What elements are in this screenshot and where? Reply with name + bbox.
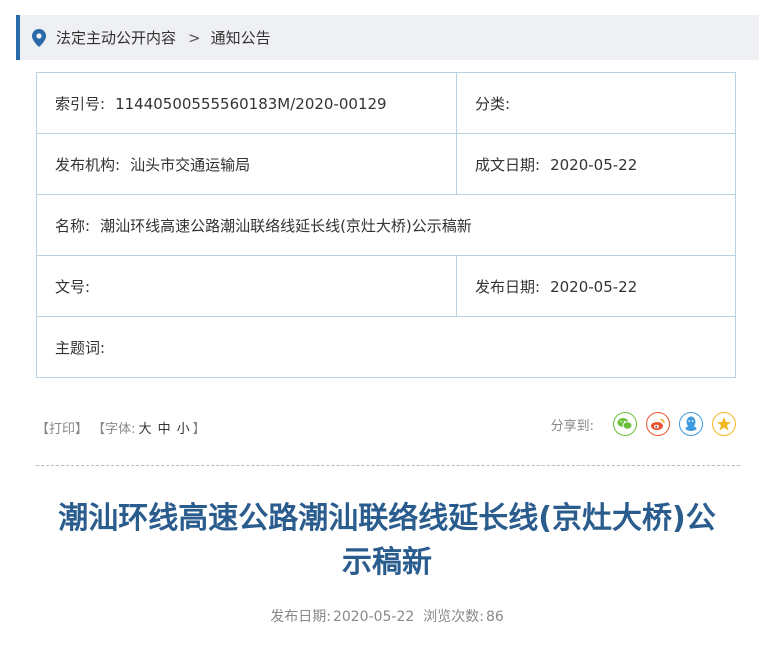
publish-info: 发布日期: 2020-05-22 浏览次数: 86 (0, 606, 774, 626)
meta-index-value: 11440500555560183M/2020-00129 (115, 94, 387, 113)
pub-date-value: 2020-05-22 (332, 609, 415, 625)
meta-published-label: 发布日期: (475, 277, 541, 296)
font-size-prefix: 【字体: (92, 422, 136, 437)
print-button[interactable]: 【打印】 (36, 422, 88, 437)
article-title: 潮汕环线高速公路潮汕联络线延长线(京灶大桥)公 示稿新 (20, 497, 754, 585)
meta-created-cell: 成文日期: 2020-05-22 (456, 133, 736, 195)
views-count: 86 (485, 609, 504, 625)
meta-publisher-label: 发布机构: (55, 155, 121, 174)
qzone-icon[interactable] (712, 412, 736, 436)
meta-category-cell: 分类: (456, 72, 736, 134)
pub-date-label: 发布日期: (270, 609, 331, 625)
wechat-icon[interactable] (613, 412, 637, 436)
meta-name-cell: 名称: 潮汕环线高速公路潮汕联络线延长线(京灶大桥)公示稿新 (36, 194, 736, 256)
table-row: 主题词: (36, 316, 736, 378)
font-size-suffix: 】 (192, 422, 206, 437)
share-label: 分享到: (550, 418, 594, 434)
table-row: 索引号: 11440500555560183M/2020-00129 分类: (36, 72, 736, 134)
meta-name-value: 潮汕环线高速公路潮汕联络线延长线(京灶大桥)公示稿新 (100, 216, 472, 235)
meta-docno-cell: 文号: (36, 255, 457, 317)
meta-index-label: 索引号: (55, 94, 106, 113)
dashed-divider (36, 465, 740, 466)
article-toolbar: 【打印】 【字体: 大中小】 分享到: (36, 412, 736, 440)
meta-keywords-label: 主题词: (55, 338, 106, 357)
font-large-button[interactable]: 大 (139, 422, 152, 437)
breadcrumb-item-public-content[interactable]: 法定主动公开内容 (56, 27, 176, 48)
breadcrumb-separator: > (188, 28, 201, 47)
table-row: 文号: 发布日期: 2020-05-22 (36, 255, 736, 317)
meta-publisher-value: 汕头市交通运输局 (130, 155, 251, 174)
views-label: 浏览次数: (423, 609, 484, 625)
meta-name-label: 名称: (55, 216, 91, 235)
article-tools: 【打印】 【字体: 大中小】 (36, 418, 206, 437)
meta-published-value: 2020-05-22 (550, 277, 638, 296)
breadcrumb-item-notices[interactable]: 通知公告 (211, 27, 271, 48)
meta-index-cell: 索引号: 11440500555560183M/2020-00129 (36, 72, 457, 134)
meta-created-value: 2020-05-22 (550, 155, 638, 174)
table-row: 发布机构: 汕头市交通运输局 成文日期: 2020-05-22 (36, 133, 736, 195)
meta-publisher-cell: 发布机构: 汕头市交通运输局 (36, 133, 457, 195)
font-medium-button[interactable]: 中 (158, 422, 171, 437)
meta-created-label: 成文日期: (475, 155, 541, 174)
qq-icon[interactable] (679, 412, 703, 436)
meta-category-label: 分类: (475, 94, 511, 113)
document-meta-table: 索引号: 11440500555560183M/2020-00129 分类: 发布… (36, 72, 736, 378)
article-title-line-1: 潮汕环线高速公路潮汕联络线延长线(京灶大桥)公 (58, 501, 716, 536)
meta-keywords-cell: 主题词: (36, 316, 736, 378)
table-row: 名称: 潮汕环线高速公路潮汕联络线延长线(京灶大桥)公示稿新 (36, 194, 736, 256)
meta-docno-label: 文号: (55, 277, 91, 296)
article-title-line-2: 示稿新 (342, 545, 432, 580)
location-pin-icon (32, 28, 46, 47)
breadcrumb: 法定主动公开内容 > 通知公告 (16, 15, 759, 60)
meta-published-cell: 发布日期: 2020-05-22 (456, 255, 736, 317)
weibo-icon[interactable] (646, 412, 670, 436)
font-small-button[interactable]: 小 (177, 422, 190, 437)
share-bar: 分享到: (551, 412, 736, 436)
